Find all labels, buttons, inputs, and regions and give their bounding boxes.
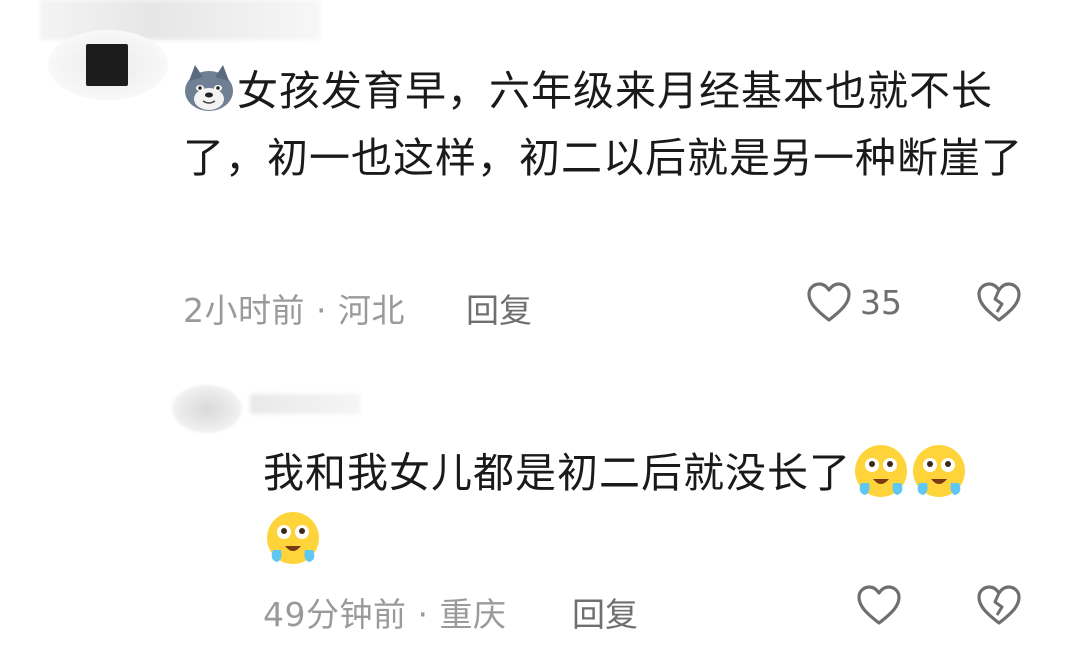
avatar[interactable]: [48, 30, 168, 100]
reply-meta: 49分钟前 · 重庆: [263, 588, 507, 636]
dislike-button[interactable]: [976, 281, 1022, 323]
redaction-mask: [86, 44, 128, 86]
comment-meta: 2小时前 · 河北: [183, 284, 405, 332]
comment-thread: 女孩发育早，六年级来月经基本也就不长了，初一也这样，初二以后就是另一种断崖了 2…: [0, 0, 1080, 646]
broken-heart-icon: [976, 584, 1022, 626]
like-count: 35: [860, 282, 902, 322]
meta-separator: ·: [316, 291, 327, 330]
like-button[interactable]: [856, 584, 910, 626]
reply-body: 我和我女儿都是初二后就没长了: [263, 449, 851, 497]
timestamp: 2小时前: [183, 291, 305, 330]
heart-icon: [806, 281, 852, 323]
heart-icon: [856, 584, 902, 626]
crying-face-emoji-icon: [853, 443, 909, 499]
location: 重庆: [439, 595, 507, 634]
reply-button[interactable]: 回复: [466, 284, 532, 332]
timestamp: 49分钟前: [263, 595, 407, 634]
reply-avatar[interactable]: [172, 385, 242, 433]
meta-separator: ·: [417, 595, 429, 634]
redacted-username: [250, 394, 360, 414]
comment-body: 女孩发育早，六年级来月经基本也就不长了，初一也这样，初二以后就是另一种断崖了: [183, 67, 1023, 182]
crying-face-emoji-icon: [265, 510, 321, 566]
location: 河北: [338, 291, 405, 330]
comment-text: 女孩发育早，六年级来月经基本也就不长了，初一也这样，初二以后就是另一种断崖了: [183, 58, 1043, 192]
crying-face-emoji-icon: [911, 443, 967, 499]
reply-button[interactable]: 回复: [572, 588, 638, 636]
like-button[interactable]: 35: [806, 281, 902, 323]
broken-heart-icon: [976, 281, 1022, 323]
wolf-emoji-icon: [183, 63, 235, 113]
reply-text: 我和我女儿都是初二后就没长了: [263, 440, 1023, 574]
dislike-button[interactable]: [976, 584, 1022, 626]
